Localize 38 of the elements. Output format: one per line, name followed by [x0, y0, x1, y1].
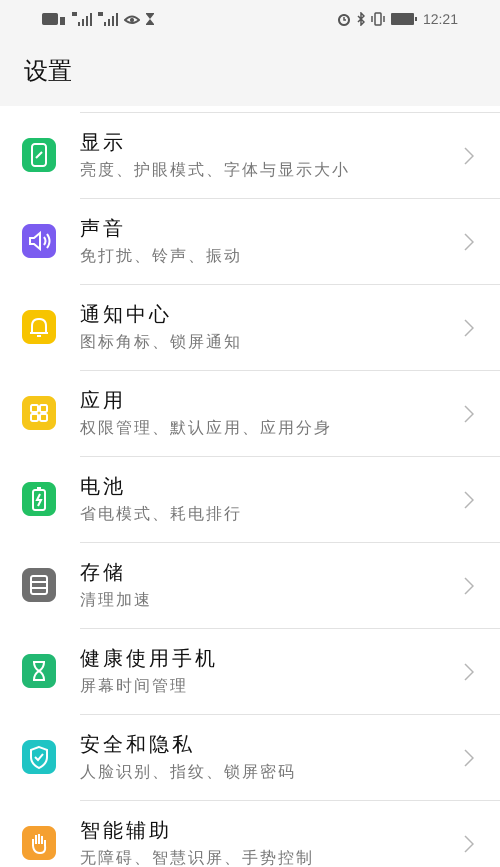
battery-icon	[390, 13, 417, 25]
setting-description: 人脸识别、指纹、锁屏密码	[80, 762, 297, 782]
clock-time: 12:21	[422, 10, 458, 28]
setting-description: 权限管理、默认应用、应用分身	[80, 418, 333, 438]
signal-icon	[72, 12, 92, 26]
hourglass-icon	[146, 13, 154, 25]
chevron-right-icon	[464, 318, 474, 336]
setting-description: 亮度、护眼模式、字体与显示大小	[80, 160, 351, 180]
chevron-right-icon	[464, 834, 474, 852]
setting-description: 屏幕时间管理	[80, 676, 189, 696]
chevron-right-icon	[464, 404, 474, 422]
setting-title[interactable]: 应用	[80, 388, 464, 414]
setting-description: 无障碍、智慧识屏、手势控制	[80, 848, 315, 867]
setting-title[interactable]: 电池	[80, 474, 464, 500]
chevron-right-icon	[464, 232, 474, 250]
setting-title[interactable]: 健康使用手机	[80, 646, 464, 672]
page-title: 设置	[24, 57, 72, 87]
chevron-right-icon	[464, 662, 474, 680]
setting-description: 清理加速	[80, 590, 153, 610]
chevron-right-icon	[464, 146, 474, 164]
setting-title[interactable]: 存储	[80, 560, 464, 586]
signal-icon	[98, 12, 118, 26]
bluetooth-icon	[356, 12, 365, 26]
setting-title[interactable]: 显示	[80, 130, 464, 156]
setting-title[interactable]: 声音	[80, 216, 464, 242]
vibrate-icon	[370, 12, 385, 26]
setting-description: 图标角标、锁屏通知	[80, 332, 243, 352]
setting-title[interactable]: 安全和隐私	[80, 732, 464, 758]
hd-icon	[42, 13, 66, 25]
setting-description: 免打扰、铃声、振动	[80, 246, 243, 266]
chevron-right-icon	[464, 576, 474, 594]
eye-icon	[124, 13, 140, 25]
chevron-right-icon	[464, 490, 474, 508]
chevron-right-icon	[464, 748, 474, 766]
setting-title[interactable]: 通知中心	[80, 302, 464, 328]
alarm-icon	[336, 12, 351, 26]
setting-description: 省电模式、耗电排行	[80, 504, 243, 524]
setting-title[interactable]: 智能辅助	[80, 818, 464, 844]
